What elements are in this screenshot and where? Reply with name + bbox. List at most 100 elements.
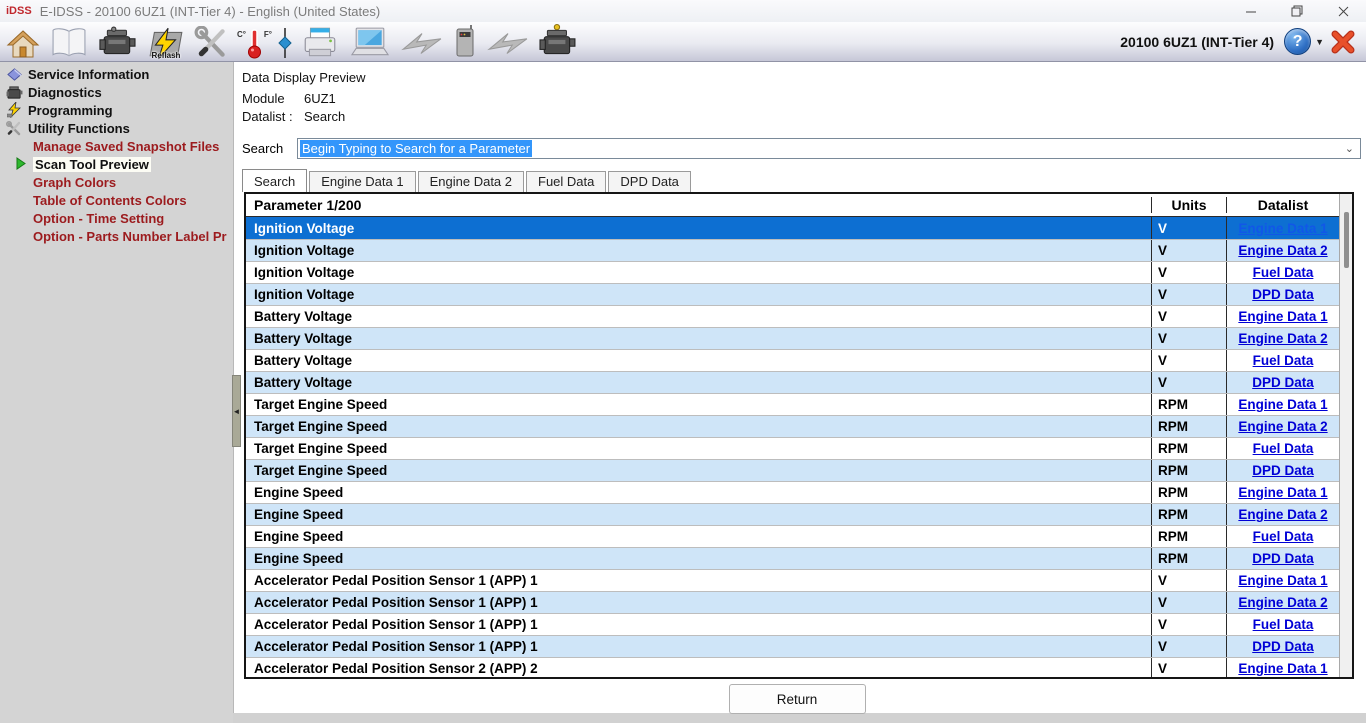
datalist-link[interactable]: DPD Data [1252,463,1314,478]
scan-tool-icon[interactable] [452,24,478,60]
table-row[interactable]: Engine SpeedRPMEngine Data 1 [246,481,1339,503]
book-icon[interactable] [49,24,89,60]
datalist-cell: DPD Data [1226,372,1339,393]
book-icon [4,67,24,82]
search-label: Search [242,141,297,156]
return-button[interactable]: Return [729,684,866,714]
search-input[interactable]: Begin Typing to Search for a Parameter ⌄ [297,138,1361,159]
table-row[interactable]: Ignition VoltageVEngine Data 1 [246,217,1339,239]
sidebar-item-programming[interactable]: Programming [0,101,233,119]
datalist-cell: DPD Data [1226,284,1339,305]
datalist-link[interactable]: DPD Data [1252,287,1314,302]
sidebar-item-manage-saved-snapshot-files[interactable]: Manage Saved Snapshot Files [0,137,233,155]
sidebar-item-utility-functions[interactable]: Utility Functions [0,119,233,137]
datalist-link[interactable]: DPD Data [1252,551,1314,566]
engine-icon[interactable] [98,24,138,60]
exit-icon[interactable] [1330,29,1356,55]
diamond-gauge-icon[interactable] [278,24,292,60]
datalist-link[interactable]: Engine Data 1 [1238,485,1327,500]
table-row[interactable]: Battery VoltageVEngine Data 2 [246,327,1339,349]
table-row[interactable]: Target Engine SpeedRPMEngine Data 1 [246,393,1339,415]
table-row[interactable]: Accelerator Pedal Position Sensor 1 (APP… [246,591,1339,613]
datalist-link[interactable]: Fuel Data [1253,529,1314,544]
table-row[interactable]: Battery VoltageVEngine Data 1 [246,305,1339,327]
datalist-link[interactable]: Engine Data 2 [1238,331,1327,346]
laptop-icon[interactable] [348,24,392,60]
datalist-link[interactable]: Fuel Data [1253,353,1314,368]
table-row[interactable]: Battery VoltageVFuel Data [246,349,1339,371]
minimize-icon[interactable] [1228,0,1274,22]
table-row[interactable]: Engine SpeedRPMDPD Data [246,547,1339,569]
datalist-link[interactable]: Engine Data 2 [1238,507,1327,522]
datalist-cell: Engine Data 1 [1226,217,1339,239]
table-row[interactable]: Accelerator Pedal Position Sensor 1 (APP… [246,613,1339,635]
parameter-cell: Battery Voltage [246,372,1151,393]
sidebar-item-option-time-setting[interactable]: Option - Time Setting [0,209,233,227]
table-row[interactable]: Accelerator Pedal Position Sensor 2 (APP… [246,657,1339,679]
close-window-icon[interactable] [1320,0,1366,22]
datalist-link[interactable]: Engine Data 1 [1238,573,1327,588]
datalist-link[interactable]: Engine Data 1 [1238,221,1327,236]
datalist-link[interactable]: Engine Data 1 [1238,309,1327,324]
chevron-down-icon[interactable]: ⌄ [1345,142,1354,155]
reflash-icon[interactable]: Reflash [147,24,185,60]
sidebar-item-option-parts-number-label-pr[interactable]: Option - Parts Number Label Pr [0,227,233,245]
units-cell: RPM [1151,394,1226,415]
table-row[interactable]: Ignition VoltageVEngine Data 2 [246,239,1339,261]
lightning-icon[interactable] [487,24,529,60]
tab-engine-data-1[interactable]: Engine Data 1 [309,171,415,192]
sidebar-item-graph-colors[interactable]: Graph Colors [0,173,233,191]
datalist-link[interactable]: Engine Data 2 [1238,243,1327,258]
parameter-cell: Target Engine Speed [246,416,1151,437]
table-row[interactable]: Engine SpeedRPMFuel Data [246,525,1339,547]
datalist-link[interactable]: Engine Data 1 [1238,661,1327,676]
datalist-link[interactable]: DPD Data [1252,375,1314,390]
help-icon[interactable]: ? [1284,28,1311,55]
parameter-cell: Accelerator Pedal Position Sensor 1 (APP… [246,570,1151,591]
datalist-link[interactable]: Engine Data 1 [1238,397,1327,412]
datalist-link[interactable]: Fuel Data [1253,441,1314,456]
table-row[interactable]: Target Engine SpeedRPMDPD Data [246,459,1339,481]
lightning-icon[interactable] [401,24,443,60]
table-row[interactable]: Accelerator Pedal Position Sensor 1 (APP… [246,569,1339,591]
sidebar-item-table-of-contents-colors[interactable]: Table of Contents Colors [0,191,233,209]
datalist-link[interactable]: Fuel Data [1253,265,1314,280]
tab-dpd-data[interactable]: DPD Data [608,171,691,192]
home-icon[interactable] [6,24,40,60]
sidebar-item-diagnostics[interactable]: Diagnostics [0,83,233,101]
datalist-link[interactable]: Engine Data 2 [1238,595,1327,610]
table-row[interactable]: Engine SpeedRPMEngine Data 2 [246,503,1339,525]
sidebar-item-label: Utility Functions [28,121,130,136]
printer-icon[interactable] [301,24,339,60]
datalist-link[interactable]: Engine Data 2 [1238,419,1327,434]
datalist-cell: DPD Data [1226,636,1339,657]
table-row[interactable]: Target Engine SpeedRPMEngine Data 2 [246,415,1339,437]
tab-fuel-data[interactable]: Fuel Data [526,171,606,192]
sidebar-item-scan-tool-preview[interactable]: Scan Tool Preview [0,155,233,173]
datalist-link[interactable]: DPD Data [1252,639,1314,654]
table-scrollbar[interactable] [1339,194,1352,677]
sidebar-collapse-handle[interactable]: ◄ [232,375,241,447]
tab-engine-data-2[interactable]: Engine Data 2 [418,171,524,192]
table-row[interactable]: Battery VoltageV DPD Data [246,371,1339,393]
sidebar-item-service-information[interactable]: Service Information [0,65,233,83]
engine-icon[interactable] [538,24,578,60]
table-row[interactable]: Accelerator Pedal Position Sensor 1 (APP… [246,635,1339,657]
tools-icon[interactable] [194,24,230,60]
parameter-cell: Engine Speed [246,482,1151,503]
thermometer-celsius-label: C° [237,30,246,39]
maximize-icon[interactable] [1274,0,1320,22]
module-value: 6UZ1 [304,91,336,106]
table-row[interactable]: Target Engine SpeedRPMFuel Data [246,437,1339,459]
module-label: Module [242,91,304,106]
datalist-link[interactable]: Fuel Data [1253,617,1314,632]
tab-search[interactable]: Search [242,169,307,192]
table-row[interactable]: Ignition VoltageVDPD Data [246,283,1339,305]
table-scrollbar-thumb[interactable] [1344,212,1349,268]
units-cell: RPM [1151,460,1226,481]
help-dropdown-caret-icon[interactable]: ▼ [1315,37,1324,47]
units-cell: V [1151,372,1226,393]
table-row[interactable]: Ignition VoltageVFuel Data [246,261,1339,283]
thermometer-icon[interactable]: C° F° [239,24,269,60]
units-cell: V [1151,217,1226,239]
